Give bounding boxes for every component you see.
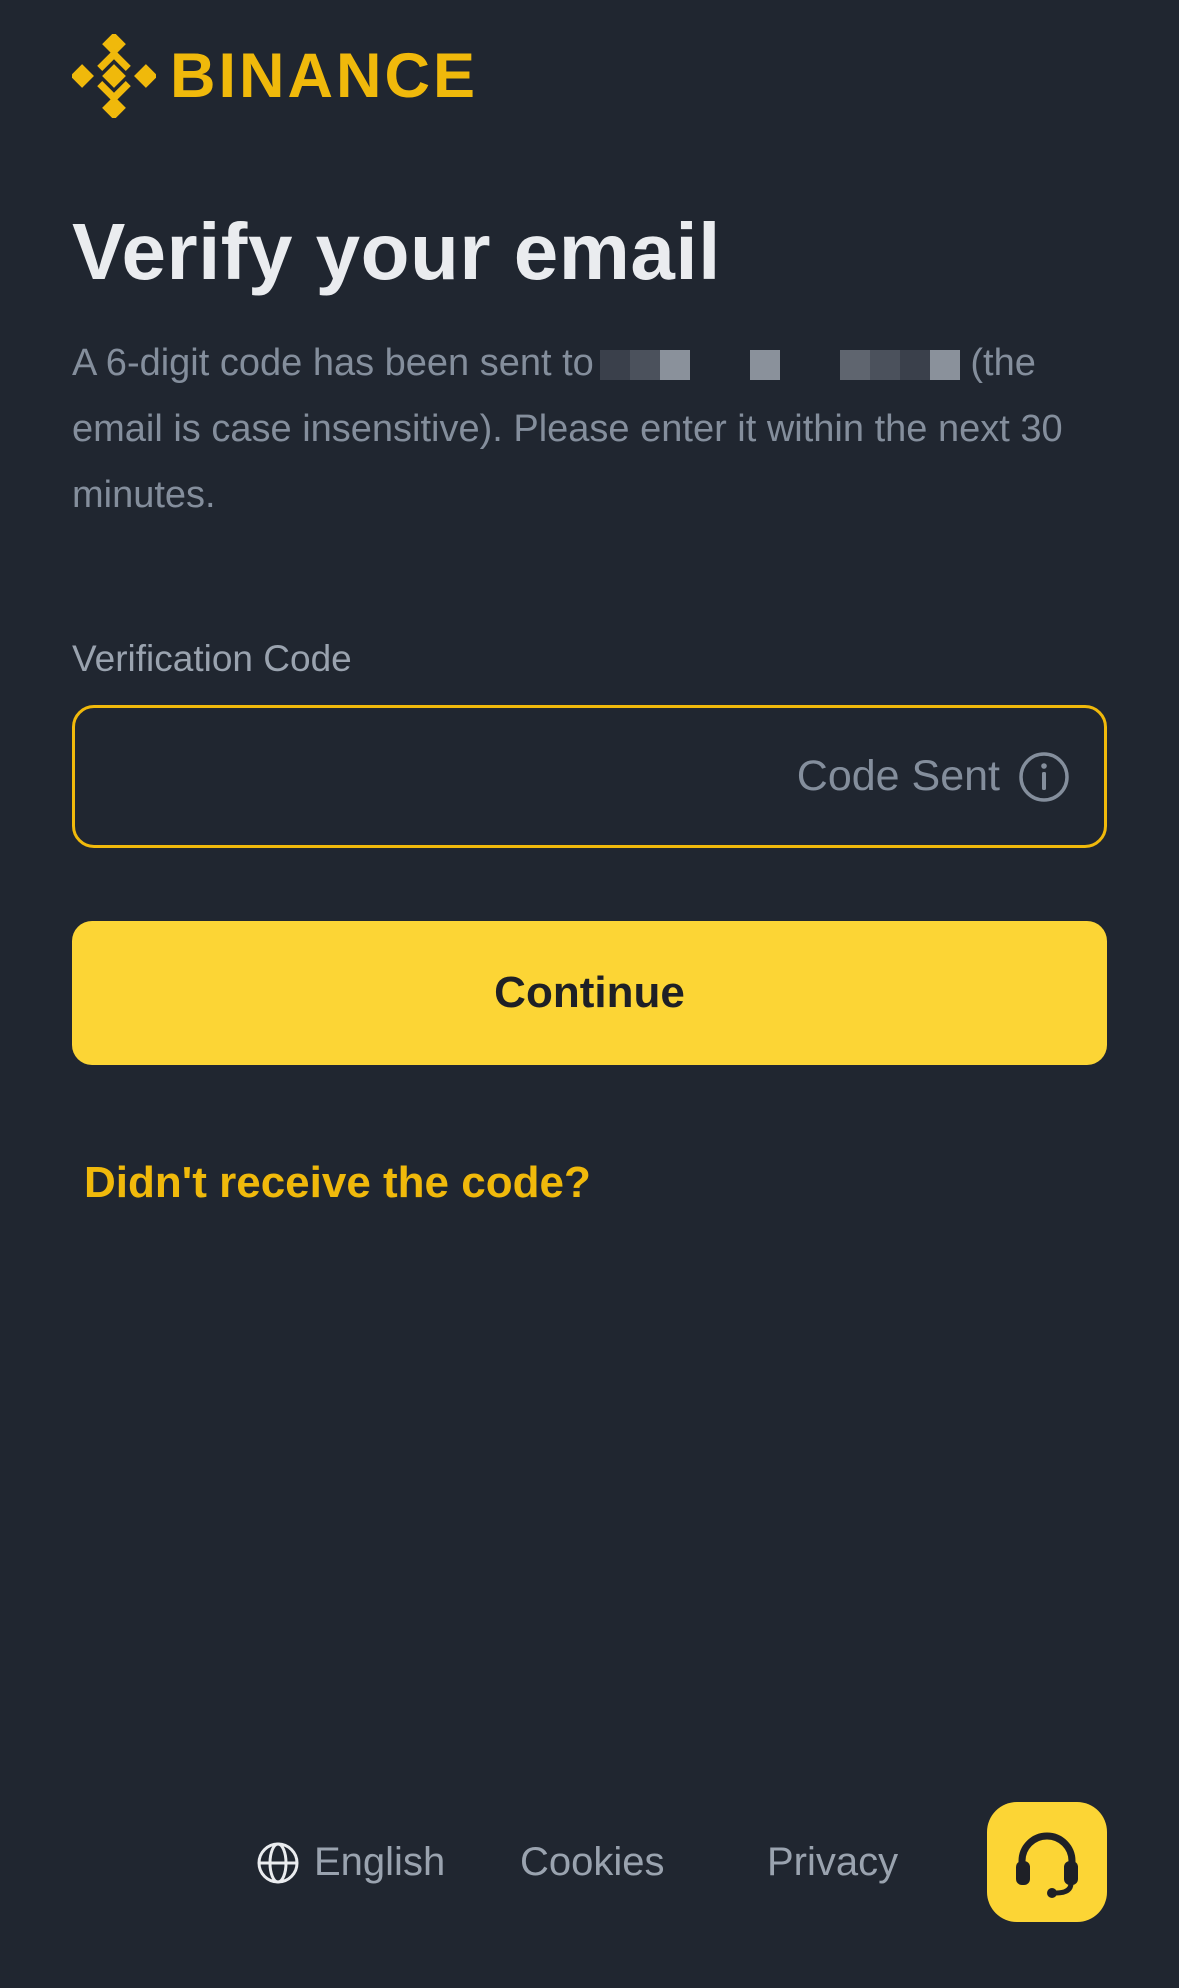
globe-icon (257, 1842, 299, 1883)
continue-button[interactable]: Continue (72, 921, 1107, 1065)
headset-icon (1016, 1832, 1078, 1898)
binance-logo-icon (72, 34, 156, 118)
verify-email-page: BINANCE Verify your email A 6-digit code… (0, 0, 1179, 1988)
language-label: English (314, 1840, 446, 1884)
verification-code-input[interactable] (99, 708, 799, 845)
language-selector[interactable]: English (256, 1840, 445, 1885)
verification-code-field[interactable]: Code Sent (72, 705, 1107, 848)
cookies-link[interactable]: Cookies (520, 1840, 665, 1885)
brand-name: BINANCE (170, 40, 479, 111)
brand-logo-link[interactable]: BINANCE (72, 34, 478, 118)
code-sent-description: A 6-digit code has been sent to (the ema… (72, 330, 1112, 528)
code-sent-status: Code Sent (796, 752, 1000, 800)
redacted-email (599, 349, 960, 380)
privacy-link[interactable]: Privacy (767, 1840, 898, 1885)
support-chat-button[interactable] (987, 1802, 1107, 1922)
description-prefix: A 6-digit code has been sent to (72, 342, 594, 384)
verification-code-label: Verification Code (72, 638, 352, 679)
resend-code-link[interactable]: Didn't receive the code? (84, 1158, 591, 1208)
page-title: Verify your email (72, 207, 721, 296)
info-icon[interactable] (1018, 751, 1070, 803)
